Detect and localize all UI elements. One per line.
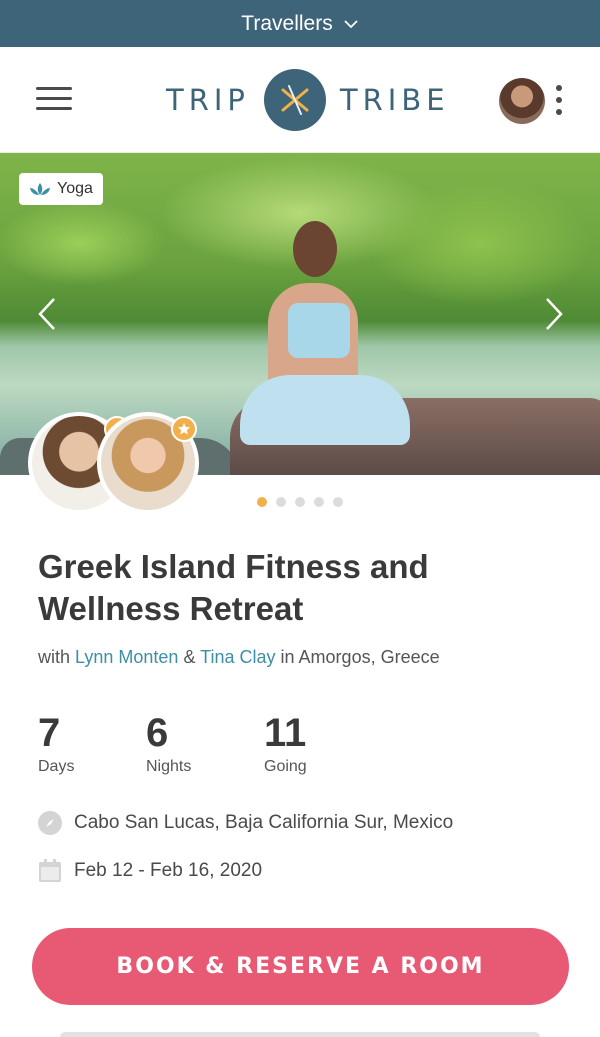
calendar-icon xyxy=(39,859,61,882)
carousel-dot-3[interactable] xyxy=(295,497,305,507)
stat-value: 6 xyxy=(146,711,169,755)
host-link-lynn[interactable]: Lynn Monten xyxy=(75,647,178,667)
category-tag: Yoga xyxy=(19,173,103,205)
user-avatar[interactable] xyxy=(499,78,545,124)
stat-nights: 6 Nights xyxy=(146,710,191,776)
logo-text-right: TRIBE xyxy=(339,83,450,117)
stat-value: 11 xyxy=(264,711,307,755)
location-text: Cabo San Lucas, Baja California Sur, Mex… xyxy=(74,812,454,833)
next-section-edge xyxy=(60,1032,540,1037)
carousel-dot-5[interactable] xyxy=(333,497,343,507)
logo-text-left: TRIP xyxy=(166,83,250,117)
stat-going: 11 Going xyxy=(264,710,307,776)
dates-text: Feb 12 - Feb 16, 2020 xyxy=(74,860,263,881)
retreat-hosts-line: with Lynn Monten & Tina Clay in Amorgos,… xyxy=(38,647,440,667)
carousel-next-arrow-icon[interactable] xyxy=(543,296,565,332)
host-link-tina[interactable]: Tina Clay xyxy=(200,647,275,667)
trip-tribe-logo[interactable]: TRIP TRIBE xyxy=(166,69,450,131)
more-options-icon[interactable] xyxy=(554,83,564,117)
stat-label: Going xyxy=(264,758,307,775)
stat-label: Days xyxy=(38,758,75,775)
book-reserve-room-button[interactable]: BOOK & RESERVE A ROOM xyxy=(32,928,569,1005)
stat-days: 7 Days xyxy=(38,710,74,776)
stat-label: Nights xyxy=(146,758,192,775)
carousel-dot-2[interactable] xyxy=(276,497,286,507)
traveller-switcher[interactable]: Travellers xyxy=(0,0,600,47)
traveller-switcher-label: Travellers xyxy=(241,11,333,35)
stat-value: 7 xyxy=(38,711,61,755)
carousel-pagination xyxy=(257,497,343,507)
chevron-down-icon xyxy=(344,19,358,28)
carousel-dot-1[interactable] xyxy=(257,497,267,507)
logo-mark-icon xyxy=(263,69,326,131)
star-icon xyxy=(171,416,197,442)
retreat-location: Cabo San Lucas, Baja California Sur, Mex… xyxy=(38,811,453,835)
carousel-dot-4[interactable] xyxy=(314,497,324,507)
menu-icon[interactable] xyxy=(36,85,72,113)
category-tag-label: Yoga xyxy=(57,180,93,197)
compass-icon xyxy=(38,811,62,835)
carousel-prev-arrow-icon[interactable] xyxy=(36,296,58,332)
lotus-icon xyxy=(30,183,50,195)
retreat-title: Greek Island Fitness and Wellness Retrea… xyxy=(38,548,429,627)
retreat-dates: Feb 12 - Feb 16, 2020 xyxy=(38,859,262,883)
app-header: TRIP TRIBE xyxy=(0,47,600,153)
